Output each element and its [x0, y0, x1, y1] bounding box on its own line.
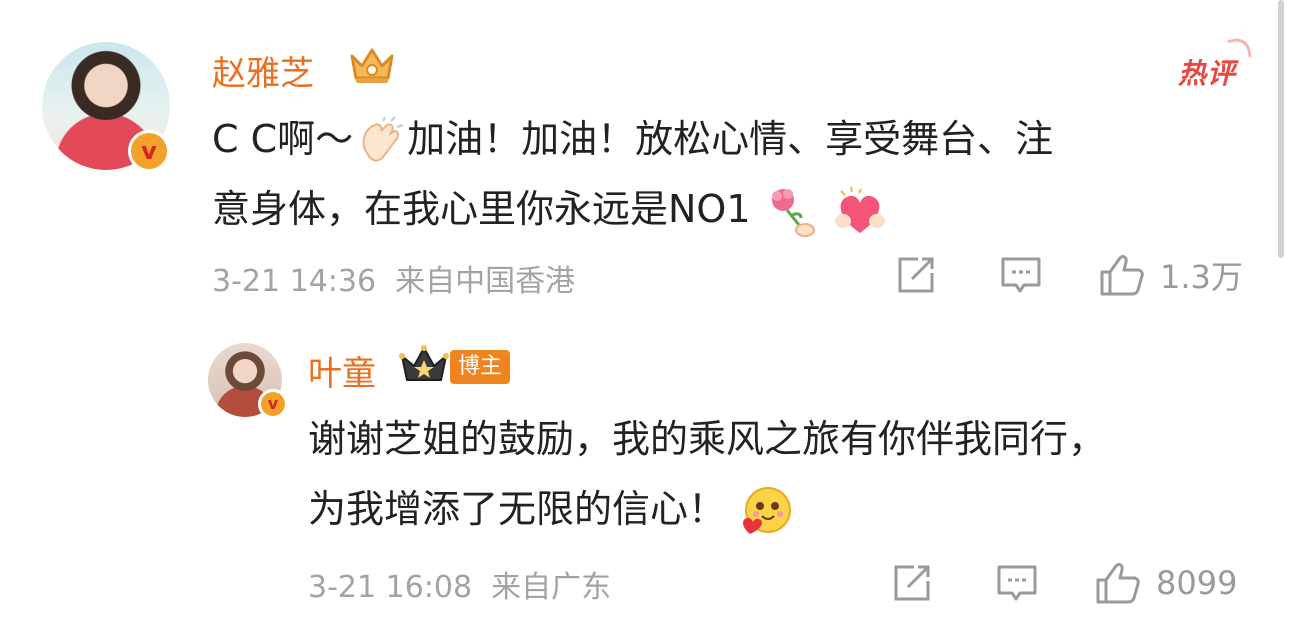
thumbs-up-icon [1096, 563, 1140, 604]
comment-meta: 3-21 14:36 来自中国香港 [212, 256, 575, 300]
crown-icon [399, 345, 449, 381]
comment-icon [997, 565, 1037, 601]
heart-hands-emoji-icon [834, 186, 885, 233]
verified-badge: v [258, 389, 288, 419]
comment-button[interactable] [994, 561, 1040, 605]
repost-icon [894, 565, 930, 601]
flower-emoji-icon [771, 188, 815, 237]
comment-text: C C啊～ 加油！加油！放松心情、享受舞台、注 意身体，在我心里你永远是NO1 [212, 104, 1222, 244]
verified-badge: v [128, 130, 170, 172]
crown-icon [350, 48, 394, 83]
comment-time: 3-21 14:36 [212, 264, 377, 299]
blogger-badge: 博主 [450, 350, 511, 384]
comment-actions: 1.3万 [894, 252, 1243, 298]
reply-author-name[interactable]: 叶童 [308, 346, 376, 395]
reply-meta: 3-21 16:08 来自广东 [308, 562, 611, 606]
scrollbar[interactable] [1278, 0, 1284, 258]
comment-icon [1001, 257, 1041, 293]
repost-button[interactable] [890, 561, 934, 605]
like-count: 8099 [1156, 564, 1238, 602]
like-button[interactable]: 8099 [1094, 560, 1237, 606]
comment-location: 来自中国香港 [395, 264, 576, 299]
repost-button[interactable] [894, 253, 938, 297]
repost-icon [898, 257, 934, 293]
reply-text: 谢谢芝姐的鼓励，我的乘风之旅有你伴我同行， 为我增添了无限的信心！ [308, 404, 1248, 544]
reply-time: 3-21 16:08 [308, 570, 473, 605]
reply-actions: 8099 [890, 560, 1237, 606]
comment-author-name[interactable]: 赵雅芝 [212, 46, 314, 95]
reply-location: 来自广东 [491, 570, 612, 605]
clap-emoji-icon [362, 115, 404, 161]
like-button[interactable]: 1.3万 [1098, 252, 1243, 298]
love-face-emoji-icon [743, 486, 792, 534]
hot-comment-tag: 热评 [1178, 52, 1236, 92]
like-count: 1.3万 [1160, 258, 1243, 296]
thumbs-up-icon [1100, 255, 1144, 296]
comment-button[interactable] [998, 253, 1044, 297]
